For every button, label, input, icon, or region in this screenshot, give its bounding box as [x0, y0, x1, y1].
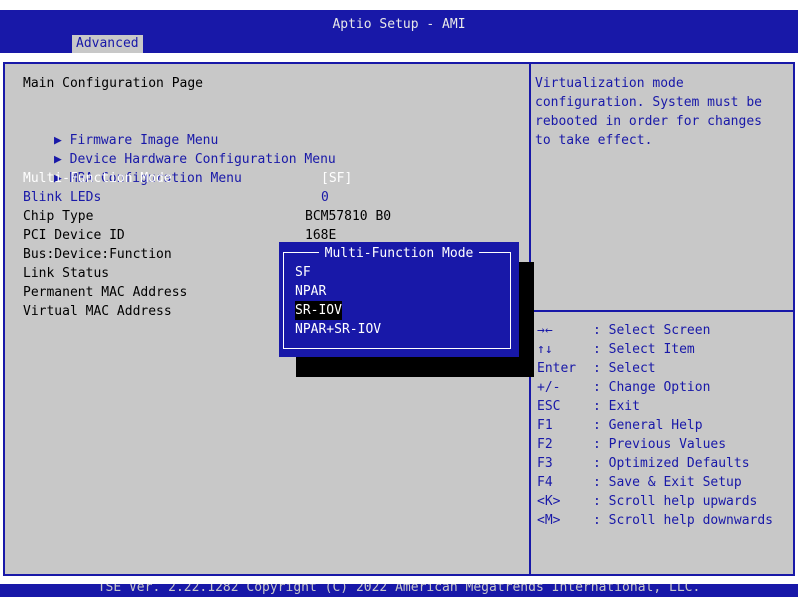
- bios-screen: Aptio Setup - AMI Advanced Main Configur…: [0, 0, 798, 597]
- footer-bar: TSE Ver. 2.22.1282 Copyright (C) 2022 Am…: [0, 584, 798, 597]
- help-text-line: configuration. System must be: [535, 95, 762, 110]
- help-key: <M>: [537, 513, 561, 528]
- help-key-desc: : Select: [593, 361, 656, 376]
- help-key: F3: [537, 456, 553, 471]
- help-key: Enter: [537, 361, 577, 376]
- footer-copyright: TSE Ver. 2.22.1282 Copyright (C) 2022 Am…: [97, 584, 701, 595]
- popup-option-sr-iov[interactable]: SR-IOV: [295, 301, 342, 320]
- help-key: F2: [537, 437, 553, 452]
- help-text-line: Virtualization mode: [535, 76, 684, 91]
- popup-option-npar-sr-iov[interactable]: NPAR+SR-IOV: [295, 320, 381, 339]
- setting-permanent-mac-label: Permanent MAC Address: [23, 285, 188, 300]
- multi-function-mode-popup: Multi-Function Mode SF NPAR SR-IOV NPAR+…: [279, 242, 519, 357]
- help-key-desc: : Select Screen: [593, 323, 711, 338]
- help-key: F4: [537, 475, 553, 490]
- setting-multi-function-mode-value[interactable]: [SF]: [321, 169, 352, 188]
- setting-blink-leds-value[interactable]: 0: [321, 188, 329, 207]
- popup-title-text: Multi-Function Mode: [318, 246, 480, 261]
- setting-virtual-mac-label: Virtual MAC Address: [23, 304, 172, 319]
- popup-option-sf[interactable]: SF: [295, 263, 311, 282]
- left-right-arrows-icon: →←: [537, 323, 553, 338]
- setting-link-status-label: Link Status: [23, 266, 110, 281]
- help-key-desc: : Change Option: [593, 380, 711, 395]
- help-text-line: rebooted in order for changes: [535, 114, 762, 129]
- popup-option-npar[interactable]: NPAR: [295, 282, 326, 301]
- help-key-desc: : Scroll help upwards: [593, 494, 758, 509]
- up-down-arrows-icon: ↑↓: [537, 342, 553, 357]
- tab-advanced[interactable]: Advanced: [72, 35, 143, 53]
- help-key-desc: : Previous Values: [593, 437, 727, 452]
- help-key: F1: [537, 418, 553, 433]
- help-key-desc: : Exit: [593, 399, 640, 414]
- setting-chip-type-value: BCM57810 B0: [305, 209, 392, 224]
- help-key-desc: : Save & Exit Setup: [593, 475, 742, 490]
- app-title: Aptio Setup - AMI: [332, 17, 466, 32]
- help-key: +/-: [537, 380, 561, 395]
- setting-multi-function-mode-label[interactable]: Multi-Function Mode: [23, 169, 172, 188]
- help-key: <K>: [537, 494, 561, 509]
- setting-blink-leds-label[interactable]: Blink LEDs: [23, 188, 101, 207]
- help-key-desc: : Select Item: [593, 342, 695, 357]
- help-key-desc: : Optimized Defaults: [593, 456, 750, 471]
- setting-pci-device-id-label: PCI Device ID: [23, 228, 125, 243]
- help-text-line: to take effect.: [535, 133, 653, 148]
- setting-bus-device-function-label: Bus:Device:Function: [23, 247, 172, 262]
- help-key: ESC: [537, 399, 561, 414]
- help-key-desc: : General Help: [593, 418, 703, 433]
- help-divider: [531, 310, 793, 312]
- help-panel: Virtualization mode configuration. Syste…: [529, 62, 795, 576]
- popup-title: Multi-Function Mode: [279, 244, 519, 263]
- setting-chip-type-label: Chip Type: [23, 209, 94, 224]
- header-bar: Aptio Setup - AMI Advanced: [0, 10, 798, 53]
- page-title: Main Configuration Page: [23, 76, 204, 91]
- help-key-desc: : Scroll help downwards: [593, 513, 774, 528]
